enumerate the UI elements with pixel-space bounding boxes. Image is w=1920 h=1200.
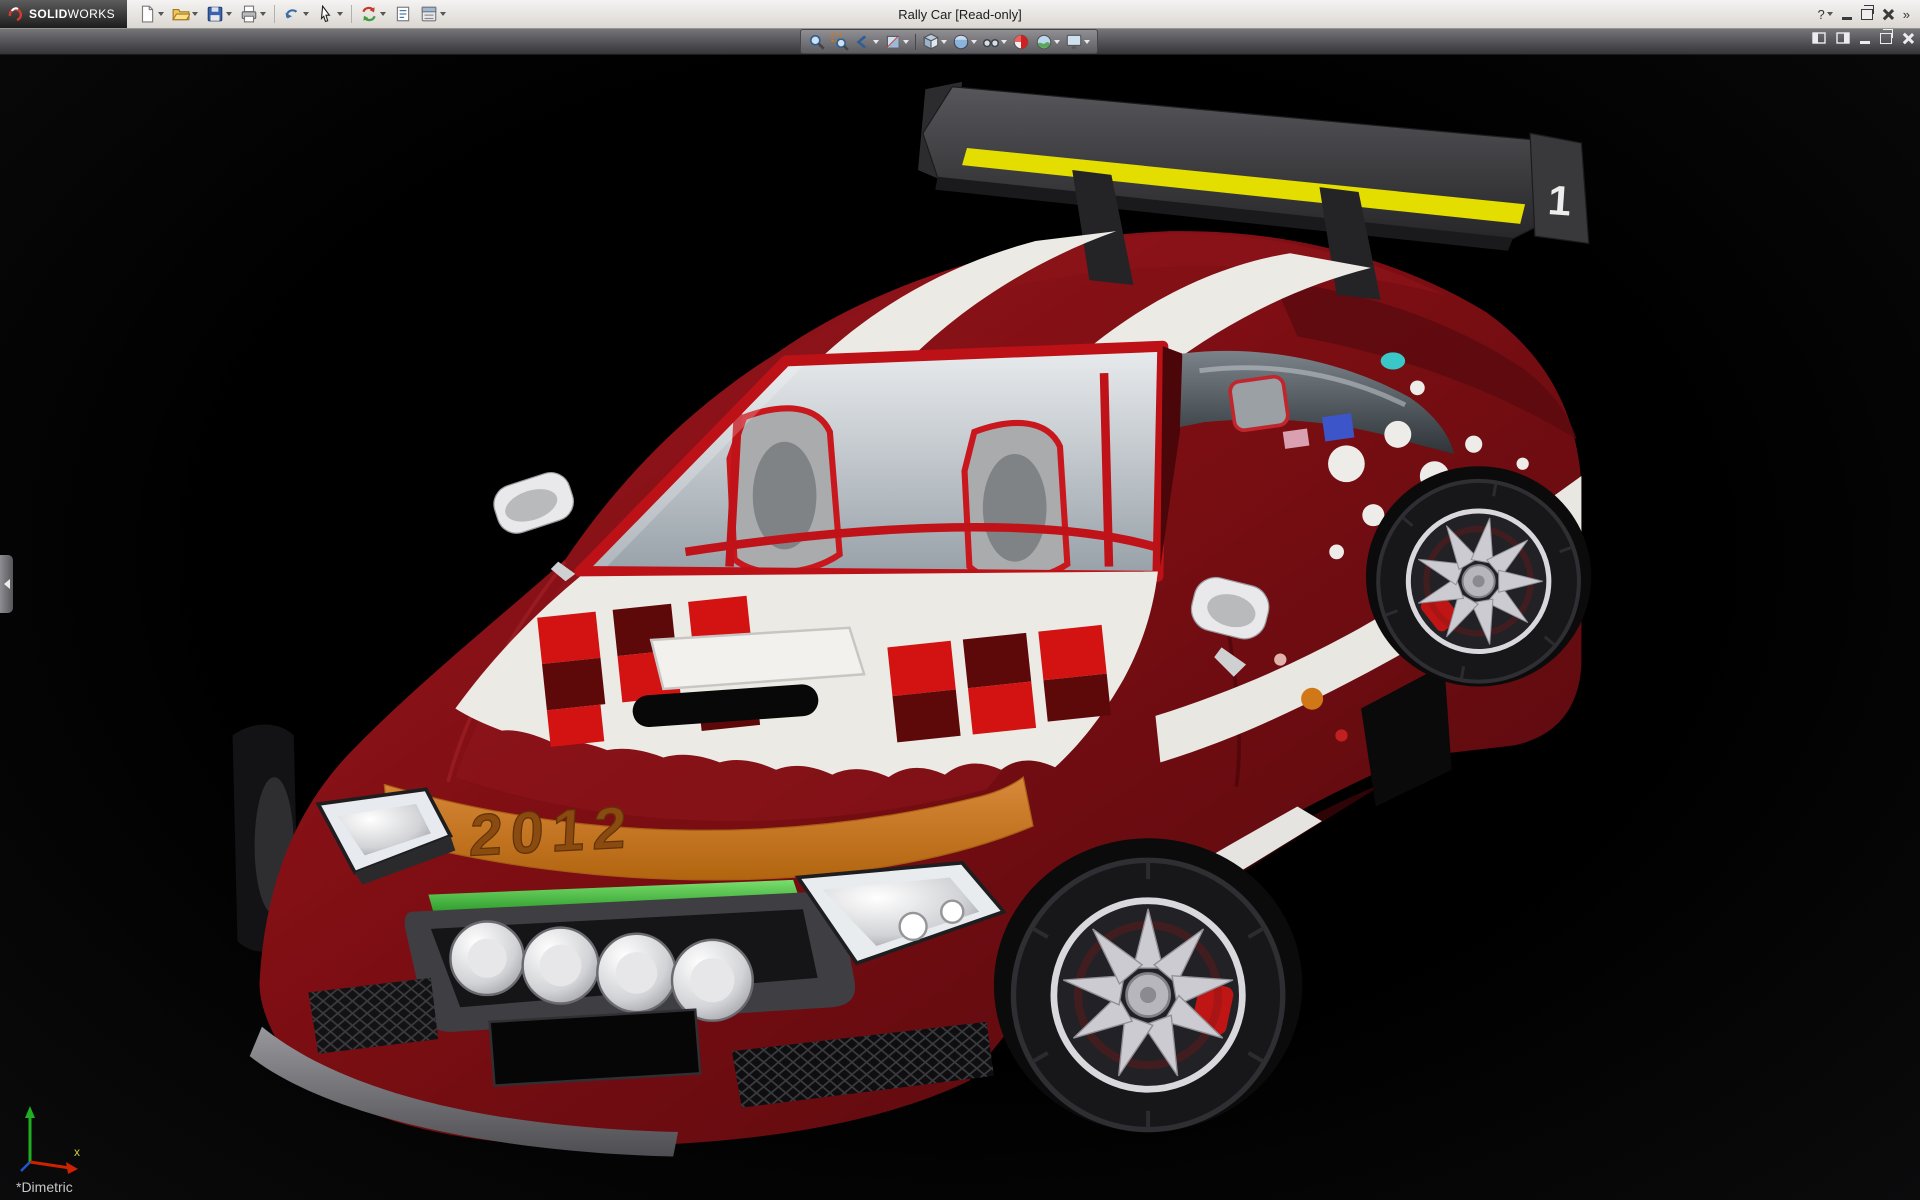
file-properties-icon <box>394 5 412 23</box>
window-controls: ? » <box>1818 7 1920 22</box>
dropdown-caret[interactable] <box>440 12 446 16</box>
model-canvas[interactable]: 1 <box>0 28 1920 1200</box>
dropdown-caret[interactable] <box>337 12 343 16</box>
brand-text: SOLIDWORKS <box>29 7 115 21</box>
print-icon <box>240 5 258 23</box>
rear-wing[interactable]: 1 <box>918 82 1589 251</box>
help-button[interactable]: ? <box>1818 7 1833 22</box>
dassault-logo-icon <box>6 5 24 23</box>
dropdown-caret[interactable] <box>1827 12 1833 16</box>
y-axis-arrow <box>25 1106 35 1162</box>
undo-button[interactable] <box>280 3 312 25</box>
hood-year-text: 2012 <box>468 795 636 869</box>
solidworks-logo: SOLIDWORKS <box>0 0 127 28</box>
select-cursor-icon <box>317 5 335 23</box>
interior-detail <box>1381 352 1405 369</box>
x-axis-arrow <box>30 1162 78 1174</box>
print-button[interactable] <box>237 3 269 25</box>
toolbar-separator <box>351 5 352 23</box>
title-bar: SOLIDWORKS <box>0 0 1920 29</box>
toolbar-separator <box>274 5 275 23</box>
axis-label: x <box>74 1145 80 1159</box>
restore-icon <box>1861 9 1873 20</box>
save-button[interactable] <box>203 3 235 25</box>
z-axis-arrow <box>21 1162 30 1171</box>
rally-car-model[interactable]: 1 <box>233 82 1620 1157</box>
restore-button[interactable] <box>1861 9 1873 20</box>
dropdown-caret[interactable] <box>192 12 198 16</box>
new-button[interactable] <box>135 3 167 25</box>
graphics-area[interactable]: 1 <box>0 28 1920 1200</box>
close-icon <box>1882 8 1894 20</box>
options-button[interactable] <box>417 3 449 25</box>
help-label: ? <box>1818 7 1825 22</box>
rebuild-icon <box>360 5 378 23</box>
options-icon <box>420 5 438 23</box>
main-toolbar <box>127 3 457 25</box>
toolbar-overflow-button[interactable]: » <box>1903 7 1910 22</box>
dropdown-caret[interactable] <box>226 12 232 16</box>
minimize-button[interactable] <box>1842 9 1852 20</box>
wing-number: 1 <box>1547 176 1573 225</box>
dropdown-caret[interactable] <box>158 12 164 16</box>
orientation-triad: x <box>16 1100 94 1174</box>
undo-icon <box>283 5 301 23</box>
license-plate[interactable] <box>490 1010 701 1086</box>
rebuild-button[interactable] <box>357 3 389 25</box>
front-wheel[interactable] <box>994 838 1302 1132</box>
dropdown-caret[interactable] <box>260 12 266 16</box>
overflow-label: » <box>1903 7 1910 22</box>
minimize-icon <box>1842 17 1852 20</box>
view-orientation-label: *Dimetric <box>16 1179 73 1195</box>
close-button[interactable] <box>1882 8 1894 20</box>
open-folder-icon <box>172 5 190 23</box>
dropdown-caret[interactable] <box>380 12 386 16</box>
select-button[interactable] <box>314 3 346 25</box>
open-button[interactable] <box>169 3 201 25</box>
new-document-icon <box>138 5 156 23</box>
file-properties-button[interactable] <box>391 3 415 25</box>
dropdown-caret[interactable] <box>303 12 309 16</box>
save-icon <box>206 5 224 23</box>
